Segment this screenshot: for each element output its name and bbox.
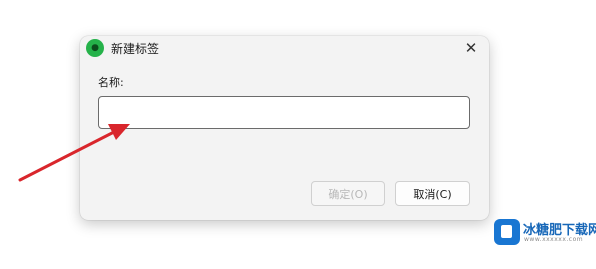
cancel-button[interactable]: 取消(C) bbox=[395, 181, 470, 206]
dialog-title: 新建标签 bbox=[111, 42, 160, 56]
close-button[interactable]: ✕ bbox=[461, 38, 481, 58]
watermark-logo-icon bbox=[494, 219, 520, 245]
watermark-url: www.xxxxxx.com bbox=[524, 236, 584, 243]
name-label: 名称: bbox=[98, 76, 124, 89]
new-tag-dialog: ● 新建标签 ✕ 名称: 确定(O) 取消(C) bbox=[80, 36, 489, 220]
name-input[interactable] bbox=[98, 96, 470, 129]
ok-button[interactable]: 确定(O) bbox=[311, 181, 385, 206]
watermark: 冰糖肥下载网 www.xxxxxx.com bbox=[494, 219, 596, 251]
app-logo-icon: ● bbox=[86, 39, 104, 57]
